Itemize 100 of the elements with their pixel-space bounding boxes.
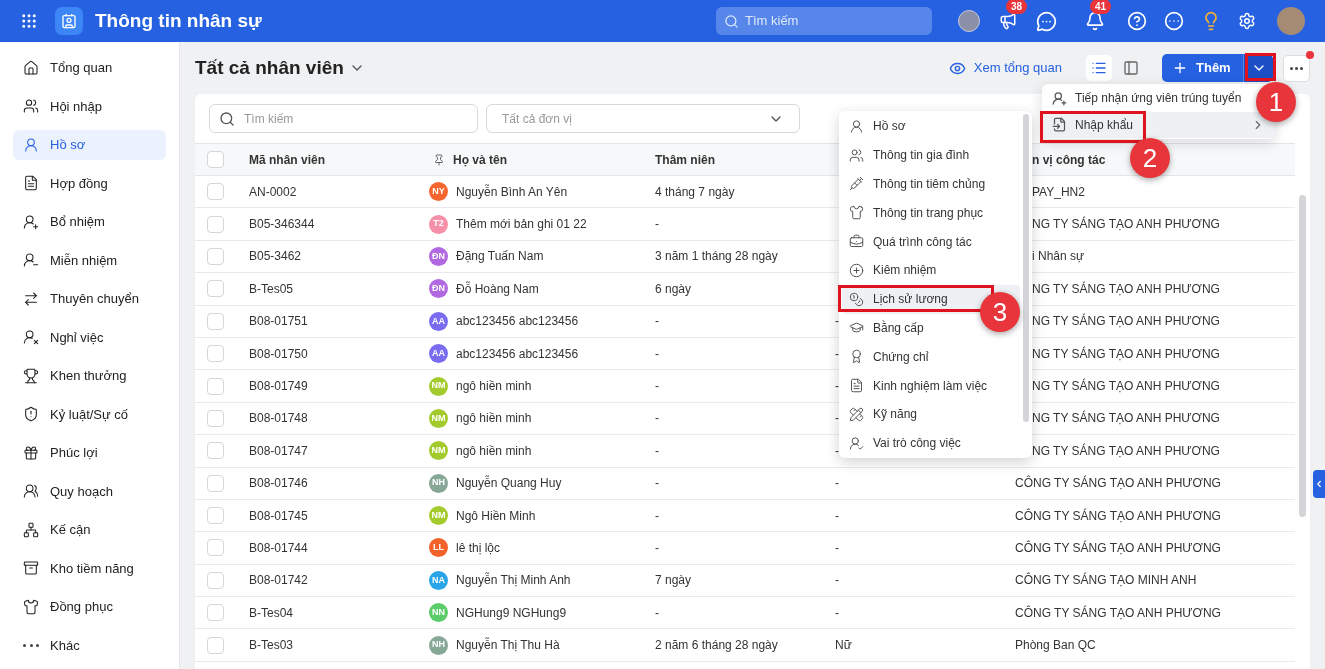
menu-item[interactable]: Tiếp nhận ứng viên trúng tuyển <box>1042 85 1252 112</box>
highlight-frame <box>1245 53 1276 81</box>
table-cell-text: CÔNG TY SÁNG TẠO ANH PHƯƠNG <box>1014 474 1221 493</box>
table-cell-text: lê thị lộc <box>456 540 501 557</box>
table-cell-text: NG TY SÁNG TẠO ANH PHƯƠNG <box>1031 215 1220 234</box>
chevron-left-icon <box>1314 479 1324 489</box>
table-cell-text: NG TY SÁNG TẠO ANH PHƯƠNG <box>1031 377 1220 396</box>
menu-item[interactable]: Bằng cấp <box>842 313 931 343</box>
table-cell-text: abc123456 abc123456 <box>456 313 579 331</box>
sidebar-item[interactable]: Khác <box>13 630 166 661</box>
avatar: LL <box>429 538 448 558</box>
scrollbar[interactable] <box>1023 114 1029 422</box>
page-title[interactable]: Tất cả nhân viên <box>195 53 344 83</box>
table-cell-text: i Nhân sự <box>1031 248 1085 266</box>
checkbox[interactable] <box>206 183 224 201</box>
menu-item[interactable]: Kiêm nhiệm <box>842 256 944 285</box>
shirt-icon <box>849 205 864 221</box>
sidebar-item[interactable]: Thuyên chuyển <box>13 284 166 314</box>
avatar: ĐN <box>429 279 448 299</box>
checkbox[interactable] <box>206 151 224 168</box>
sidebar-item[interactable]: Miễn nhiệm <box>13 245 166 276</box>
table-cell-text: B-Tes04 <box>248 604 294 622</box>
table-cell-text: B05-346344 <box>248 216 315 234</box>
avatar: ĐN <box>429 246 448 266</box>
table-cell-text: Nguyễn Bình An Yên <box>456 183 568 201</box>
add-button[interactable]: Thêm <box>1162 54 1243 82</box>
menu-item[interactable]: Quá trình công tác <box>842 227 979 256</box>
menu-item[interactable]: Thông tin trang phục <box>842 198 991 228</box>
app-grid-icon[interactable] <box>20 12 38 30</box>
more-icon <box>1290 66 1303 70</box>
sidebar-item[interactable]: Tổng quan <box>13 53 166 83</box>
avatar[interactable] <box>958 10 980 32</box>
table-cell: Nguyễn Thị Thu Hà <box>456 636 560 655</box>
sidebar-item[interactable]: Hồ sơ <box>13 130 166 160</box>
checkbox[interactable] <box>206 539 224 557</box>
sidebar-item[interactable]: Kế cận <box>13 515 166 545</box>
menu-item[interactable]: Thông tin tiêm chủng <box>842 169 993 199</box>
checkbox[interactable] <box>206 247 224 265</box>
menu-item[interactable]: Thông tin gia đình <box>842 140 977 170</box>
help-icon[interactable] <box>1127 11 1147 31</box>
table-cell-text: ngô hiền minh <box>456 442 532 460</box>
sidebar-item[interactable]: Hội nhập <box>13 91 166 122</box>
menu-item[interactable]: Hồ sơ <box>842 112 913 141</box>
sidebar-item[interactable]: Kho tiềm năng <box>13 553 166 584</box>
sidebar-item[interactable]: Đồng phục <box>13 592 166 622</box>
checkbox[interactable] <box>206 280 224 298</box>
table-cell-text: B08-01750 <box>248 345 308 363</box>
table-cell-text: B-Tes05 <box>248 280 294 298</box>
table-cell-text: NG TY SÁNG TẠO ANH PHƯƠNG <box>1031 280 1220 298</box>
scrollbar[interactable] <box>1299 195 1306 517</box>
sidebar-item[interactable]: Hợp đồng <box>13 168 166 199</box>
menu-item[interactable]: Vai trò công việc <box>842 428 968 458</box>
column-header[interactable]: Mã nhân viên <box>235 150 415 169</box>
list-view-button[interactable] <box>1086 55 1112 81</box>
menu-item[interactable]: Kinh nghiệm làm việc <box>842 371 995 400</box>
app-title: Thông tin nhân sự <box>95 8 262 33</box>
checkbox[interactable] <box>206 312 224 330</box>
table-cell-text: B08-01748 <box>248 410 308 428</box>
menu-item[interactable]: Nhập khẩu <box>1042 111 1275 138</box>
bell-icon[interactable] <box>1085 11 1105 31</box>
table-cell-text: B08-01744 <box>248 540 308 557</box>
checkbox[interactable] <box>206 409 224 427</box>
user-avatar[interactable] <box>1277 7 1305 35</box>
checkbox[interactable] <box>206 345 224 363</box>
table-cell-text: - <box>834 572 839 590</box>
hierarchy-icon <box>23 521 39 538</box>
checkbox[interactable] <box>206 474 224 492</box>
avatar: NH <box>429 473 448 493</box>
chat-icon[interactable] <box>1036 10 1057 32</box>
menu-item[interactable]: Kỹ năng <box>842 399 925 429</box>
table-cell-text: - <box>834 540 839 557</box>
sidebar-item[interactable]: Kỷ luật/Sự cố <box>13 399 166 430</box>
notification-count: 38 <box>1006 0 1028 14</box>
sidebar-item[interactable]: Quy hoạch <box>13 476 166 507</box>
overview-link[interactable]: Xem tổng quan <box>948 58 1062 78</box>
checkbox[interactable] <box>206 215 224 233</box>
checkbox[interactable] <box>206 636 224 654</box>
settings-icon[interactable] <box>1238 12 1256 30</box>
sidebar-item[interactable]: Nghỉ việc <box>13 322 166 353</box>
collapse-tab[interactable] <box>1313 470 1325 498</box>
checkbox[interactable] <box>206 442 224 460</box>
table-cell-text: B08-01746 <box>248 475 308 493</box>
search-icon <box>219 110 235 127</box>
megaphone-icon[interactable] <box>999 12 1017 30</box>
sidebar-item[interactable]: Phúc lợi <box>13 438 166 468</box>
sidebar-item[interactable]: Khen thưởng <box>13 361 166 391</box>
checkbox[interactable] <box>206 377 224 395</box>
sidebar-item[interactable]: Bổ nhiệm <box>13 207 166 237</box>
checkbox[interactable] <box>206 507 224 525</box>
more-icon[interactable] <box>1164 11 1184 31</box>
menu-item[interactable]: Chứng chỉ <box>842 342 936 372</box>
column-header[interactable]: Thâm niên <box>640 150 820 169</box>
avatar: NM <box>429 506 448 526</box>
checkbox[interactable] <box>206 571 224 589</box>
column-header[interactable]: Họ và tên <box>415 150 640 169</box>
checkbox[interactable] <box>206 604 224 622</box>
table-cell-text: B05-3462 <box>248 248 302 266</box>
plus-circle-icon <box>849 262 864 278</box>
pin-icon[interactable] <box>433 153 445 166</box>
avatar: NH <box>429 635 448 655</box>
